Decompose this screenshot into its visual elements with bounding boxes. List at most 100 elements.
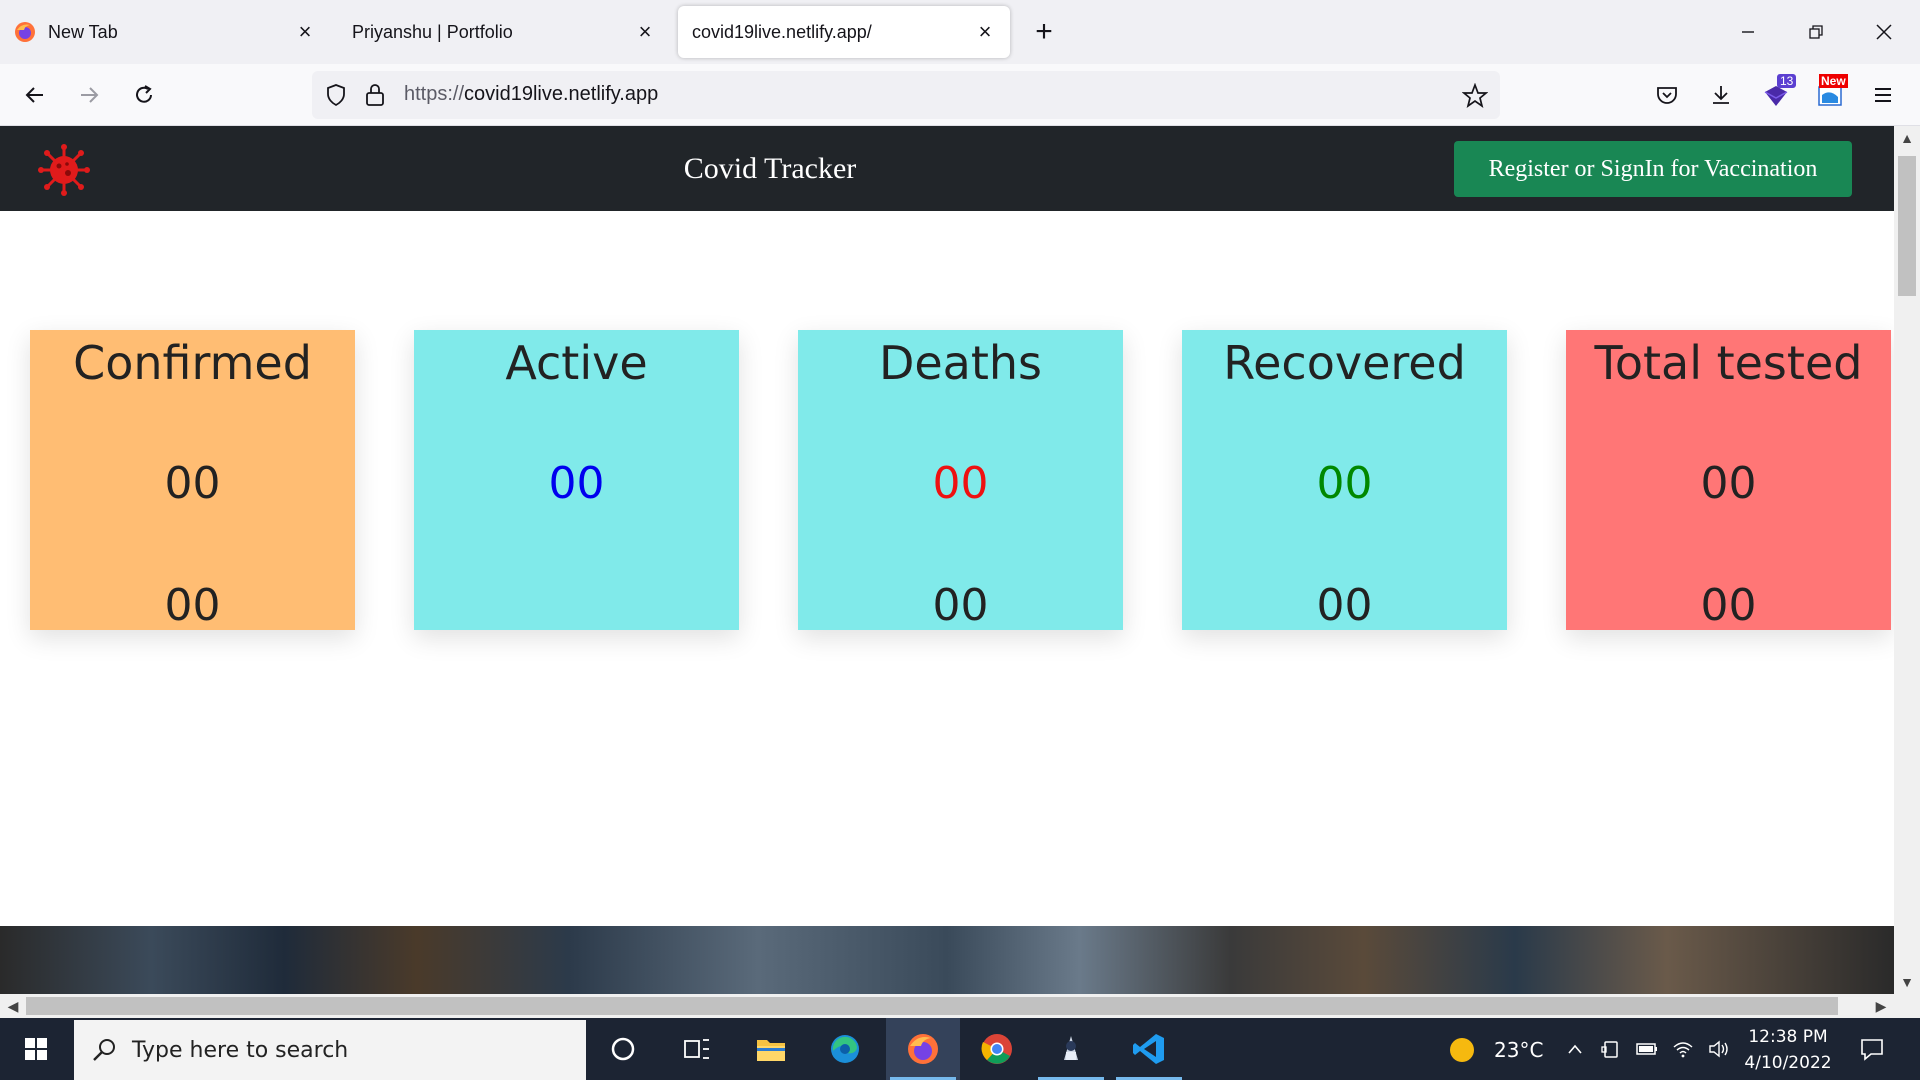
- tab-title: Priyanshu | Portfolio: [352, 21, 513, 42]
- extension-news-button[interactable]: New: [1811, 74, 1849, 114]
- card-value: 00: [1316, 458, 1373, 509]
- tray-overflow-button[interactable]: [1560, 1018, 1590, 1080]
- folder-icon: [757, 1040, 785, 1061]
- firefox-taskbar-button[interactable]: [886, 1018, 960, 1080]
- recovered-card: Recovered 00 00: [1182, 330, 1507, 631]
- shield-icon[interactable]: [324, 83, 348, 107]
- notifications-button[interactable]: [1852, 1018, 1892, 1080]
- windows-taskbar: Type here to search 23°C 12:38 PM 4/10/2…: [0, 1018, 1920, 1080]
- close-icon[interactable]: ×: [634, 19, 656, 44]
- reload-icon: [136, 85, 152, 103]
- wifi-icon: [1673, 1042, 1693, 1058]
- card-label: Total tested: [1594, 336, 1863, 390]
- meet-now-button[interactable]: [1596, 1018, 1626, 1080]
- taskbar-search-box[interactable]: Type here to search: [74, 1020, 586, 1080]
- vscode-button[interactable]: [1112, 1018, 1186, 1080]
- back-button[interactable]: [16, 76, 54, 114]
- register-vaccination-button[interactable]: Register or SignIn for Vaccination: [1454, 141, 1852, 197]
- start-button[interactable]: [0, 1018, 72, 1080]
- game-character-icon: [1064, 1036, 1078, 1060]
- restore-button[interactable]: [1794, 14, 1838, 50]
- chrome-button[interactable]: [960, 1018, 1034, 1080]
- arrow-left-icon: [25, 87, 43, 103]
- game-app-button[interactable]: [1034, 1018, 1108, 1080]
- speaker-icon: [1709, 1040, 1728, 1058]
- search-placeholder: Type here to search: [132, 1038, 349, 1063]
- scroll-right-icon[interactable]: ▶: [1868, 994, 1894, 1018]
- edge-icon: [831, 1035, 859, 1063]
- tab-new-tab[interactable]: New Tab ×: [0, 6, 330, 58]
- url-host: covid19live.netlify.app: [464, 83, 659, 105]
- weather-temperature[interactable]: 23°C: [1494, 1038, 1543, 1062]
- device-icon: [1601, 1041, 1618, 1058]
- scroll-left-icon[interactable]: ◀: [0, 994, 26, 1018]
- menu-button[interactable]: [1864, 76, 1902, 114]
- file-explorer-button[interactable]: [734, 1018, 808, 1080]
- total-tested-card: Total tested 00 00: [1566, 330, 1891, 631]
- cortana-button[interactable]: [586, 1018, 660, 1080]
- task-view-icon: [684, 1039, 709, 1059]
- card-label: Deaths: [878, 336, 1043, 390]
- card-label: Active: [505, 336, 648, 390]
- chrome-icon: [981, 1034, 1012, 1064]
- volume-button[interactable]: [1704, 1018, 1734, 1080]
- scroll-up-icon[interactable]: ▲: [1894, 126, 1920, 150]
- background-photo: [0, 926, 1894, 994]
- star-icon[interactable]: [1462, 83, 1488, 109]
- site-title: Covid Tracker: [683, 151, 857, 185]
- windows-logo-icon: [25, 1038, 47, 1060]
- card-label: Confirmed: [73, 336, 312, 390]
- task-view-button[interactable]: [660, 1018, 734, 1080]
- pocket-icon: [1657, 87, 1677, 104]
- wifi-button[interactable]: [1668, 1018, 1698, 1080]
- sun-icon[interactable]: [1448, 1036, 1476, 1064]
- hamburger-menu-icon: [1875, 88, 1891, 102]
- minimize-icon: [1742, 31, 1754, 33]
- clock-time: 12:38 PM: [1748, 1027, 1828, 1047]
- horizontal-scrollbar[interactable]: ◀ ▶: [0, 994, 1894, 1018]
- close-icon[interactable]: ×: [294, 19, 316, 44]
- close-window-button[interactable]: [1862, 14, 1906, 50]
- firefox-icon: [908, 1034, 938, 1064]
- minimize-button[interactable]: [1726, 14, 1770, 50]
- tab-title: covid19live.netlify.app/: [692, 21, 872, 42]
- new-tab-button[interactable]: +: [1026, 14, 1062, 50]
- card-delta: 00: [1700, 580, 1757, 631]
- taskbar-clock[interactable]: 12:38 PM 4/10/2022: [1738, 1024, 1838, 1076]
- tab-portfolio[interactable]: Priyanshu | Portfolio ×: [338, 6, 670, 58]
- extension-badge: New: [1819, 74, 1848, 88]
- pocket-button[interactable]: [1648, 76, 1686, 114]
- chevron-up-icon: [1568, 1044, 1582, 1054]
- arrow-right-icon: [81, 87, 99, 103]
- close-icon[interactable]: ×: [974, 19, 996, 44]
- lock-icon[interactable]: [364, 82, 386, 108]
- scroll-down-icon[interactable]: ▼: [1894, 970, 1920, 994]
- forward-button[interactable]: [70, 76, 108, 114]
- downloads-button[interactable]: [1702, 76, 1740, 114]
- extension-shield-button[interactable]: 13: [1757, 74, 1797, 114]
- scrollbar-thumb[interactable]: [26, 997, 1838, 1015]
- card-delta: 00: [932, 580, 989, 631]
- tab-covid19live[interactable]: covid19live.netlify.app/ ×: [678, 6, 1010, 58]
- cortana-circle-icon: [611, 1037, 635, 1061]
- download-icon: [1713, 86, 1729, 104]
- address-bar[interactable]: https://covid19live.netlify.app: [312, 71, 1500, 119]
- url-text[interactable]: https://covid19live.netlify.app: [404, 83, 658, 106]
- reload-button[interactable]: [125, 76, 163, 114]
- deaths-card: Deaths 00 00: [798, 330, 1123, 631]
- battery-button[interactable]: [1632, 1018, 1662, 1080]
- card-value: 00: [548, 458, 605, 509]
- search-icon: [93, 1039, 115, 1061]
- browser-toolbar: https://covid19live.netlify.app 13 New: [0, 64, 1920, 126]
- clock-date: 4/10/2022: [1744, 1053, 1832, 1073]
- card-value: 00: [1700, 458, 1757, 509]
- card-delta: 00: [164, 580, 221, 631]
- vertical-scrollbar[interactable]: ▲ ▼: [1894, 126, 1920, 994]
- active-card: Active 00: [414, 330, 739, 630]
- edge-button[interactable]: [808, 1018, 882, 1080]
- close-icon: [1876, 24, 1892, 40]
- vscode-icon: [1133, 1034, 1164, 1064]
- browser-tab-strip: New Tab × Priyanshu | Portfolio × covid1…: [0, 0, 1920, 64]
- scrollbar-thumb[interactable]: [1898, 156, 1916, 296]
- page-viewport: Covid Tracker Register or SignIn for Vac…: [0, 126, 1894, 994]
